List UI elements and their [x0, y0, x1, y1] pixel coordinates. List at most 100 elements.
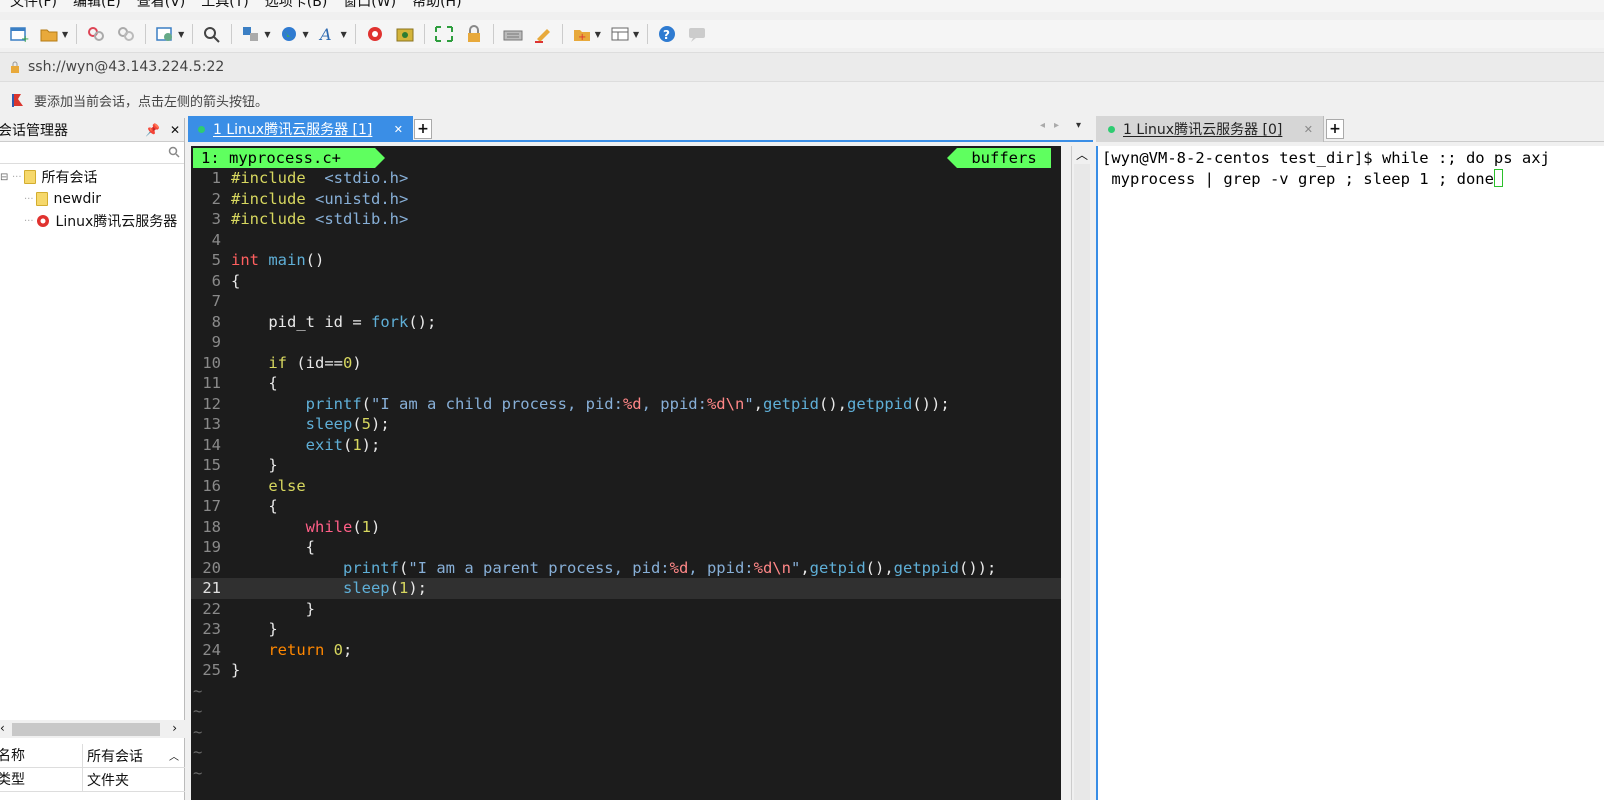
code-text: return 0;: [268, 640, 353, 659]
address-text[interactable]: ssh://wyn@43.143.224.5:22: [28, 59, 224, 75]
open-folder-icon[interactable]: [36, 22, 62, 46]
tab-prev-icon[interactable]: ◂: [1040, 120, 1045, 131]
layout-icon[interactable]: [607, 22, 633, 46]
vertical-scrollbar[interactable]: ︿: [1071, 146, 1091, 800]
chevron-down-icon[interactable]: ▼: [341, 30, 347, 39]
add-tab-button[interactable]: +: [414, 119, 432, 139]
line-number: 12: [202, 394, 221, 413]
menu-file[interactable]: 文件(F): [0, 0, 65, 12]
tab-next-icon[interactable]: ▸: [1054, 120, 1059, 131]
vim-terminal[interactable]: 1: myprocess.c+ buffers 1 #include <stdio…: [191, 146, 1061, 800]
code-line[interactable]: 1 #include <stdio.h>: [191, 168, 1061, 189]
highlight-icon[interactable]: [530, 22, 556, 46]
session-search-input[interactable]: [0, 142, 184, 164]
reconnect-icon[interactable]: [83, 22, 109, 46]
connected-status-icon: [1108, 125, 1115, 133]
menu-help[interactable]: 帮助(H): [404, 0, 469, 12]
code-line[interactable]: 5 int main(): [191, 250, 1061, 271]
menu-window[interactable]: 窗口(W): [335, 0, 404, 12]
code-line[interactable]: 4: [191, 230, 1061, 251]
code-line[interactable]: 20 printf("I am a parent process, pid:%d…: [191, 558, 1061, 579]
add-tab-button[interactable]: +: [1326, 119, 1344, 139]
code-line[interactable]: 15 }: [191, 455, 1061, 476]
address-bar[interactable]: ssh://wyn@43.143.224.5:22: [0, 52, 1604, 82]
property-value: 文件夹: [87, 772, 129, 789]
tree-item-newdir[interactable]: ··· newdir: [0, 188, 184, 210]
disconnect-icon[interactable]: [113, 22, 139, 46]
code-line[interactable]: 12 printf("I am a child process, pid:%d,…: [191, 394, 1061, 415]
lock-icon[interactable]: [461, 22, 487, 46]
find-icon[interactable]: [199, 22, 225, 46]
chat-icon[interactable]: [684, 22, 710, 46]
code-line[interactable]: 16 else: [191, 476, 1061, 497]
bookmark-arrow-icon[interactable]: [10, 92, 26, 108]
tab-label: 1 Linux腾讯云服务器 [0]: [1123, 122, 1283, 138]
menu-tools[interactable]: 工具(T): [193, 0, 256, 12]
code-line[interactable]: 11 {: [191, 373, 1061, 394]
code-area[interactable]: 1 #include <stdio.h> 2 #include <unistd.h> 3…: [191, 168, 1061, 783]
code-line[interactable]: 17 {: [191, 496, 1061, 517]
scroll-up-icon[interactable]: ︿: [1076, 146, 1088, 163]
pin-icon[interactable]: 📌: [145, 123, 160, 137]
tree-item-linux-server[interactable]: ··· Linux腾讯云服务器: [0, 210, 184, 232]
close-icon[interactable]: ✕: [170, 123, 180, 137]
shell-terminal[interactable]: [wyn@VM-8-2-centos test_dir]$ while :; d…: [1096, 146, 1604, 800]
code-line[interactable]: 10 if (id==0): [191, 353, 1061, 374]
code-text: }: [231, 661, 241, 679]
chevron-down-icon[interactable]: ▼: [178, 30, 184, 39]
code-line[interactable]: 22 }: [191, 599, 1061, 620]
chevron-down-icon[interactable]: ▼: [302, 30, 308, 39]
new-session-icon[interactable]: +: [6, 22, 32, 46]
scrollbar-thumb[interactable]: [12, 723, 160, 736]
xshell-icon[interactable]: [362, 22, 388, 46]
code-line[interactable]: 24 return 0;: [191, 640, 1061, 661]
code-line[interactable]: 23 }: [191, 619, 1061, 640]
close-icon[interactable]: ✕: [394, 123, 403, 136]
session-manager-header: 会话管理器 📌 ✕: [0, 118, 184, 142]
scroll-right-icon[interactable]: ›: [172, 721, 177, 735]
code-line[interactable]: 6{: [191, 271, 1061, 292]
fullscreen-icon[interactable]: [431, 22, 457, 46]
code-line[interactable]: 18 while(1): [191, 517, 1061, 538]
menu-tabs[interactable]: 选项卡(B): [257, 0, 336, 12]
xftp-icon[interactable]: [392, 22, 418, 46]
code-line[interactable]: 3 #include <stdlib.h>: [191, 209, 1061, 230]
code-line[interactable]: 14 exit(1);: [191, 435, 1061, 456]
font-icon[interactable]: A: [315, 22, 341, 46]
tab-session-0[interactable]: 1 Linux腾讯云服务器 [0] ✕: [1096, 116, 1324, 142]
add-tab-icon[interactable]: +: [569, 22, 595, 46]
search-icon[interactable]: [168, 146, 180, 158]
menu-view[interactable]: 查看(V): [129, 0, 194, 12]
code-line[interactable]: 2 #include <unistd.h>: [191, 189, 1061, 210]
collapse-icon[interactable]: ⊟: [0, 172, 12, 183]
keyboard-icon[interactable]: [500, 22, 526, 46]
code-line[interactable]: 19 {: [191, 537, 1061, 558]
chevron-down-icon[interactable]: ▼: [62, 30, 68, 39]
close-icon[interactable]: ✕: [1304, 123, 1313, 136]
transfer-icon[interactable]: [238, 22, 264, 46]
chevron-down-icon[interactable]: ▼: [264, 30, 270, 39]
tab-list-icon[interactable]: ▾: [1076, 120, 1081, 131]
code-line[interactable]: 8 pid_t id = fork();: [191, 312, 1061, 333]
terminal-line: myprocess | grep -v grep ; sleep 1 ; don…: [1102, 168, 1604, 190]
session-properties-icon[interactable]: [152, 22, 178, 46]
line-number: 13: [202, 415, 221, 433]
code-line[interactable]: 7: [191, 291, 1061, 312]
scrollbar-track[interactable]: [1074, 164, 1090, 800]
menu-edit[interactable]: 编辑(E): [65, 0, 129, 12]
code-line[interactable]: 9: [191, 332, 1061, 353]
chevron-down-icon[interactable]: ▼: [595, 30, 601, 39]
help-icon[interactable]: ?: [654, 22, 680, 46]
tab-session-1[interactable]: 1 Linux腾讯云服务器 [1] ✕: [188, 116, 413, 142]
code-line[interactable]: 21 sleep(1);: [191, 578, 1061, 599]
tree-item-all-sessions[interactable]: ⊟ ··· 所有会话: [0, 166, 184, 188]
globe-icon[interactable]: [276, 22, 302, 46]
chevron-down-icon[interactable]: ▼: [633, 30, 639, 39]
code-line[interactable]: 25}: [191, 660, 1061, 681]
code-line[interactable]: 13 sleep(5);: [191, 414, 1061, 435]
horizontal-scrollbar[interactable]: ‹ ›: [0, 720, 185, 738]
vim-tabline: 1: myprocess.c+ buffers: [191, 148, 1061, 168]
scroll-left-icon[interactable]: ‹: [0, 721, 5, 735]
scroll-up-icon[interactable]: ︿: [169, 748, 185, 763]
line-number: 14: [202, 435, 221, 454]
